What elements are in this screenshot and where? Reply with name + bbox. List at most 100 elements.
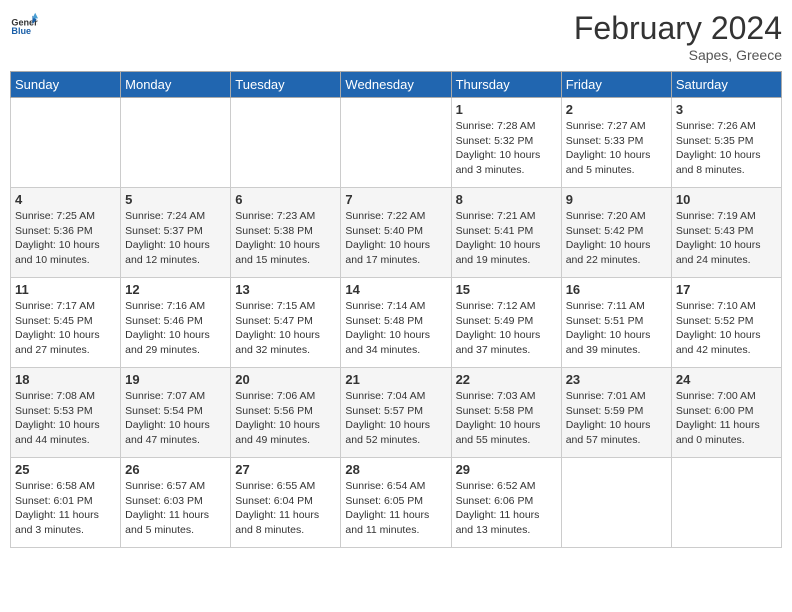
day-info: Sunrise: 7:19 AM Sunset: 5:43 PM Dayligh… [676,209,777,268]
day-number: 17 [676,282,777,297]
location-subtitle: Sapes, Greece [574,47,782,63]
calendar-cell: 21 Sunrise: 7:04 AM Sunset: 5:57 PM Dayli… [341,368,451,458]
calendar-cell: 7 Sunrise: 7:22 AM Sunset: 5:40 PM Daylig… [341,188,451,278]
day-number: 26 [125,462,226,477]
day-info: Sunrise: 7:28 AM Sunset: 5:32 PM Dayligh… [456,119,557,178]
day-number: 3 [676,102,777,117]
day-info: Sunrise: 7:17 AM Sunset: 5:45 PM Dayligh… [15,299,116,358]
calendar-cell: 2Sunrise: 7:27 AM Sunset: 5:33 PM Daylig… [561,98,671,188]
calendar-cell: 17 Sunrise: 7:10 AM Sunset: 5:52 PM Dayli… [671,278,781,368]
calendar-cell: 15 Sunrise: 7:12 AM Sunset: 5:49 PM Dayli… [451,278,561,368]
day-number: 10 [676,192,777,207]
calendar-cell: 9 Sunrise: 7:20 AM Sunset: 5:42 PM Daylig… [561,188,671,278]
calendar-header-row: SundayMondayTuesdayWednesdayThursdayFrid… [11,72,782,98]
day-info: Sunrise: 7:04 AM Sunset: 5:57 PM Dayligh… [345,389,446,448]
day-info: Sunrise: 7:07 AM Sunset: 5:54 PM Dayligh… [125,389,226,448]
calendar-cell: 16 Sunrise: 7:11 AM Sunset: 5:51 PM Dayli… [561,278,671,368]
calendar-cell: 12 Sunrise: 7:16 AM Sunset: 5:46 PM Dayli… [121,278,231,368]
day-number: 4 [15,192,116,207]
day-info: Sunrise: 7:27 AM Sunset: 5:33 PM Dayligh… [566,119,667,178]
day-info: Sunrise: 7:14 AM Sunset: 5:48 PM Dayligh… [345,299,446,358]
day-number: 12 [125,282,226,297]
day-number: 27 [235,462,336,477]
calendar-cell: 6Sunrise: 7:23 AM Sunset: 5:38 PM Daylig… [231,188,341,278]
day-number: 1 [456,102,557,117]
calendar-cell: 25 Sunrise: 6:58 AM Sunset: 6:01 PM Dayli… [11,458,121,548]
header-monday: Monday [121,72,231,98]
calendar-week-1: 1 Sunrise: 7:28 AM Sunset: 5:32 PM Daylig… [11,98,782,188]
logo: General Blue [10,10,38,38]
calendar-cell: 4 Sunrise: 7:25 AM Sunset: 5:36 PM Daylig… [11,188,121,278]
header-thursday: Thursday [451,72,561,98]
calendar-cell: 28 Sunrise: 6:54 AM Sunset: 6:05 PM Dayli… [341,458,451,548]
day-info: Sunrise: 6:58 AM Sunset: 6:01 PM Dayligh… [15,479,116,538]
calendar-cell: 23Sunrise: 7:01 AM Sunset: 5:59 PM Dayli… [561,368,671,458]
day-info: Sunrise: 6:54 AM Sunset: 6:05 PM Dayligh… [345,479,446,538]
day-info: Sunrise: 7:21 AM Sunset: 5:41 PM Dayligh… [456,209,557,268]
day-info: Sunrise: 7:00 AM Sunset: 6:00 PM Dayligh… [676,389,777,448]
day-number: 21 [345,372,446,387]
day-info: Sunrise: 7:03 AM Sunset: 5:58 PM Dayligh… [456,389,557,448]
calendar-cell: 14 Sunrise: 7:14 AM Sunset: 5:48 PM Dayli… [341,278,451,368]
day-info: Sunrise: 7:22 AM Sunset: 5:40 PM Dayligh… [345,209,446,268]
calendar-cell: 18Sunrise: 7:08 AM Sunset: 5:53 PM Dayli… [11,368,121,458]
calendar-cell: 3 Sunrise: 7:26 AM Sunset: 5:35 PM Daylig… [671,98,781,188]
day-number: 6 [235,192,336,207]
calendar-cell: 29 Sunrise: 6:52 AM Sunset: 6:06 PM Dayli… [451,458,561,548]
day-number: 23 [566,372,667,387]
calendar-cell: 13 Sunrise: 7:15 AM Sunset: 5:47 PM Dayli… [231,278,341,368]
calendar-week-2: 4 Sunrise: 7:25 AM Sunset: 5:36 PM Daylig… [11,188,782,278]
day-number: 7 [345,192,446,207]
day-info: Sunrise: 6:55 AM Sunset: 6:04 PM Dayligh… [235,479,336,538]
header-friday: Friday [561,72,671,98]
day-info: Sunrise: 7:10 AM Sunset: 5:52 PM Dayligh… [676,299,777,358]
day-info: Sunrise: 6:52 AM Sunset: 6:06 PM Dayligh… [456,479,557,538]
day-info: Sunrise: 7:12 AM Sunset: 5:49 PM Dayligh… [456,299,557,358]
day-number: 19 [125,372,226,387]
calendar-cell: 8 Sunrise: 7:21 AM Sunset: 5:41 PM Daylig… [451,188,561,278]
calendar-cell: 26Sunrise: 6:57 AM Sunset: 6:03 PM Dayli… [121,458,231,548]
calendar-cell [11,98,121,188]
calendar-cell: 19 Sunrise: 7:07 AM Sunset: 5:54 PM Dayli… [121,368,231,458]
calendar-table: SundayMondayTuesdayWednesdayThursdayFrid… [10,71,782,548]
calendar-cell: 1 Sunrise: 7:28 AM Sunset: 5:32 PM Daylig… [451,98,561,188]
day-number: 5 [125,192,226,207]
header-wednesday: Wednesday [341,72,451,98]
day-info: Sunrise: 7:25 AM Sunset: 5:36 PM Dayligh… [15,209,116,268]
calendar-cell: 27 Sunrise: 6:55 AM Sunset: 6:04 PM Dayli… [231,458,341,548]
calendar-week-5: 25 Sunrise: 6:58 AM Sunset: 6:01 PM Dayli… [11,458,782,548]
calendar-cell: 11 Sunrise: 7:17 AM Sunset: 5:45 PM Dayli… [11,278,121,368]
page-header: General Blue February 2024 Sapes, Greece [10,10,782,63]
day-number: 29 [456,462,557,477]
day-info: Sunrise: 7:06 AM Sunset: 5:56 PM Dayligh… [235,389,336,448]
day-number: 8 [456,192,557,207]
day-number: 16 [566,282,667,297]
day-number: 11 [15,282,116,297]
day-info: Sunrise: 7:20 AM Sunset: 5:42 PM Dayligh… [566,209,667,268]
day-number: 22 [456,372,557,387]
day-number: 28 [345,462,446,477]
day-number: 18 [15,372,116,387]
header-sunday: Sunday [11,72,121,98]
calendar-cell [671,458,781,548]
day-number: 14 [345,282,446,297]
day-info: Sunrise: 7:24 AM Sunset: 5:37 PM Dayligh… [125,209,226,268]
day-info: Sunrise: 7:26 AM Sunset: 5:35 PM Dayligh… [676,119,777,178]
day-info: Sunrise: 7:11 AM Sunset: 5:51 PM Dayligh… [566,299,667,358]
day-number: 9 [566,192,667,207]
day-number: 24 [676,372,777,387]
day-number: 25 [15,462,116,477]
calendar-week-4: 18Sunrise: 7:08 AM Sunset: 5:53 PM Dayli… [11,368,782,458]
calendar-week-3: 11 Sunrise: 7:17 AM Sunset: 5:45 PM Dayli… [11,278,782,368]
day-info: Sunrise: 7:16 AM Sunset: 5:46 PM Dayligh… [125,299,226,358]
calendar-cell: 10 Sunrise: 7:19 AM Sunset: 5:43 PM Dayli… [671,188,781,278]
day-number: 20 [235,372,336,387]
calendar-cell [231,98,341,188]
title-area: February 2024 Sapes, Greece [574,10,782,63]
day-number: 13 [235,282,336,297]
calendar-cell [561,458,671,548]
calendar-cell: 22 Sunrise: 7:03 AM Sunset: 5:58 PM Dayli… [451,368,561,458]
day-info: Sunrise: 7:15 AM Sunset: 5:47 PM Dayligh… [235,299,336,358]
month-year-title: February 2024 [574,10,782,47]
day-number: 15 [456,282,557,297]
